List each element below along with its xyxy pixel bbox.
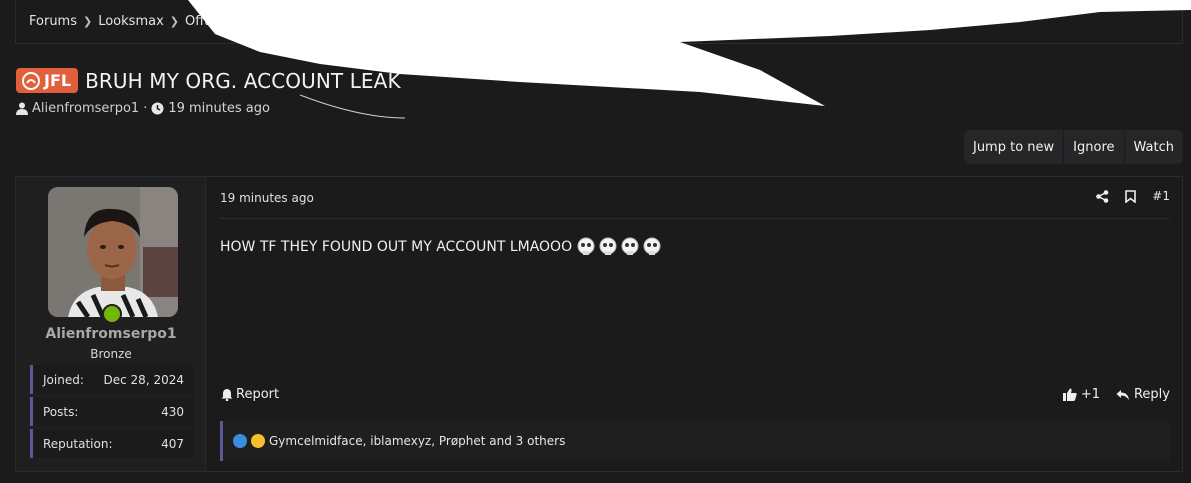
thread-author[interactable]: Alienfromserpo1 xyxy=(32,101,139,116)
post-user-column: Alienfromserpo1 Bronze Joined: Dec 28, 2… xyxy=(16,177,206,471)
breadcrumb-forums[interactable]: Forums xyxy=(29,14,77,29)
breadcrumb-offtopic[interactable]: Offtopic xyxy=(185,14,236,29)
watch-button[interactable]: Watch xyxy=(1123,130,1183,164)
reply-label: Reply xyxy=(1133,387,1170,402)
stat-label: Posts: xyxy=(43,404,79,419)
thumbs-up-icon xyxy=(1062,388,1077,401)
like-count: +1 xyxy=(1080,387,1100,402)
avatar-image xyxy=(48,187,178,317)
chevron-right-icon: ❯ xyxy=(83,15,93,28)
thread-time[interactable]: 19 minutes ago xyxy=(168,101,270,116)
post-text: HOW TF THEY FOUND OUT MY ACCOUNT LMAOOO xyxy=(220,239,573,255)
post-header-actions: #1 xyxy=(1096,189,1170,203)
user-rank: Bronze xyxy=(90,347,132,361)
avatar[interactable] xyxy=(48,187,178,317)
like-reaction-icon xyxy=(233,434,247,448)
share-icon[interactable] xyxy=(1096,189,1109,203)
stat-posts: Posts: 430 xyxy=(30,397,194,426)
thread-title: BRUH MY ORG. ACCOUNT LEAK xyxy=(85,68,401,93)
breadcrumb-looksmax[interactable]: Looksmax xyxy=(98,14,164,29)
like-button[interactable]: +1 xyxy=(1062,387,1100,402)
post-username[interactable]: Alienfromserpo1 xyxy=(16,326,206,342)
user-stats: Joined: Dec 28, 2024 Posts: 430 Reputati… xyxy=(30,365,194,461)
chevron-right-icon: ❯ xyxy=(242,15,252,28)
meta-separator: · xyxy=(143,101,148,116)
skull-icon xyxy=(577,237,661,255)
post-body: HOW TF THEY FOUND OUT MY ACCOUNT LMAOOO xyxy=(220,236,663,258)
online-status-indicator xyxy=(102,304,122,324)
breadcrumb: Forums ❯ Looksmax ❯ Offtopic ❯ ... xyxy=(15,0,1183,44)
clock-icon xyxy=(151,102,164,115)
stat-value: 407 xyxy=(161,436,184,451)
reply-icon xyxy=(1116,389,1129,400)
post-date[interactable]: 19 minutes ago xyxy=(220,191,314,205)
thread-title-row: JFL BRUH MY ORG. ACCOUNT LEAK xyxy=(16,68,401,93)
bell-icon xyxy=(221,389,233,401)
stat-joined: Joined: Dec 28, 2024 xyxy=(30,365,194,394)
report-button[interactable]: Report xyxy=(221,387,279,402)
reactions-bar[interactable]: Gymcelmidface, iblamexyz, Prøphet and 3 … xyxy=(220,421,1170,461)
prefix-label: JFL xyxy=(44,71,72,90)
bookmark-icon[interactable] xyxy=(1125,189,1137,203)
reply-button[interactable]: Reply xyxy=(1116,387,1170,402)
post-divider xyxy=(220,218,1170,219)
prefix-badge[interactable]: JFL xyxy=(16,68,79,93)
jump-to-new-button[interactable]: Jump to new xyxy=(964,130,1063,164)
post-number[interactable]: #1 xyxy=(1152,189,1170,203)
ignore-button[interactable]: Ignore xyxy=(1063,130,1123,164)
laugh-reaction-icon xyxy=(251,434,265,448)
prefix-emoji-icon xyxy=(22,71,40,90)
thread-meta: Alienfromserpo1 · 19 minutes ago xyxy=(16,101,270,116)
stat-reputation: Reputation: 407 xyxy=(30,429,194,458)
breadcrumb-more[interactable]: ... xyxy=(257,14,269,29)
user-icon xyxy=(16,102,28,115)
skull-emojis xyxy=(575,236,663,258)
stat-label: Reputation: xyxy=(43,436,113,451)
stat-value: Dec 28, 2024 xyxy=(103,372,184,387)
report-label: Report xyxy=(236,387,280,402)
reactions-list[interactable]: Gymcelmidface, iblamexyz, Prøphet and 3 … xyxy=(269,434,565,448)
stat-value: 430 xyxy=(161,404,184,419)
chevron-right-icon: ❯ xyxy=(169,15,179,28)
post-footer-actions: +1 Reply xyxy=(1062,387,1170,402)
thread-actions: Jump to new Ignore Watch xyxy=(963,130,1183,164)
stat-label: Joined: xyxy=(43,372,84,387)
post: Alienfromserpo1 Bronze Joined: Dec 28, 2… xyxy=(15,176,1183,472)
